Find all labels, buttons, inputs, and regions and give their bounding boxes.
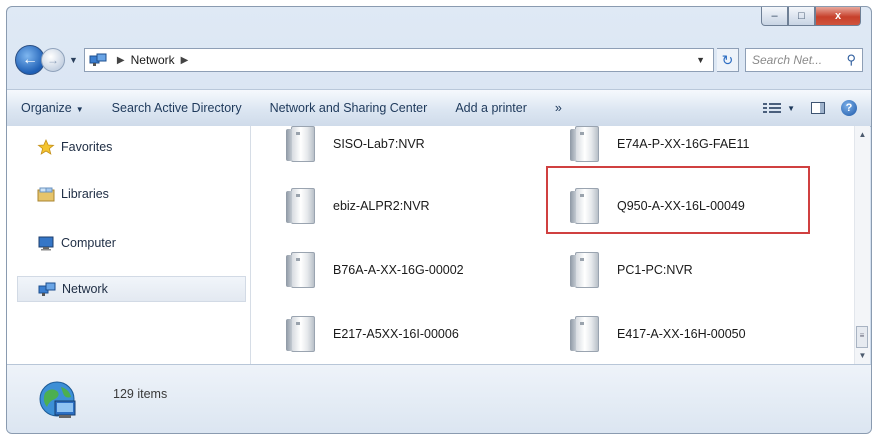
star-icon xyxy=(37,139,55,155)
network-device-icon xyxy=(286,126,315,162)
search-input[interactable]: Search Net... ⚲ xyxy=(745,48,863,72)
chevron-down-icon: ▼ xyxy=(75,105,84,114)
network-globe-icon xyxy=(37,379,81,423)
navigation-pane: Favorites Libraries Computer Network xyxy=(7,126,251,364)
view-dropdown-icon[interactable]: ▼ xyxy=(787,104,795,113)
network-device-icon xyxy=(570,316,599,352)
nav-item-network[interactable]: Network xyxy=(17,276,246,302)
breadcrumb-separator-end[interactable]: ▶ xyxy=(181,55,189,66)
device-name: ebiz-ALPR2:NVR xyxy=(333,199,430,213)
help-icon[interactable]: ? xyxy=(841,100,857,116)
item-count: 129 items xyxy=(113,387,168,401)
nav-item-label: Favorites xyxy=(61,140,113,154)
nav-item-computer[interactable]: Computer xyxy=(17,230,246,256)
device-name: E217-A5XX-16I-00006 xyxy=(333,327,459,341)
device-name: E74A-P-XX-16G-FAE11 xyxy=(617,137,750,151)
network-device-icon xyxy=(286,316,315,352)
computer-icon xyxy=(37,235,55,251)
device-name: PC1-PC:NVR xyxy=(617,263,693,277)
maximize-button[interactable]: □ xyxy=(788,7,815,26)
close-button[interactable]: x xyxy=(815,7,861,26)
list-item[interactable]: E74A-P-XX-16G-FAE11 xyxy=(570,126,750,162)
list-item[interactable]: SISO-Lab7:NVR xyxy=(286,126,425,162)
nav-item-favorites[interactable]: Favorites xyxy=(17,134,246,160)
recent-pages-dropdown[interactable]: ▼ xyxy=(69,55,78,65)
network-sharing-center-button[interactable]: Network and Sharing Center xyxy=(256,101,442,115)
address-bar[interactable]: ▶ Network ▶ ▼ xyxy=(83,48,714,72)
network-device-icon xyxy=(570,126,599,162)
refresh-icon[interactable]: ↻ xyxy=(717,48,739,72)
preview-pane-icon[interactable] xyxy=(811,102,825,114)
network-device-icon xyxy=(570,252,599,288)
highlight-box xyxy=(546,166,810,234)
libraries-icon xyxy=(37,186,55,202)
network-icon xyxy=(89,53,107,67)
network-device-icon xyxy=(286,252,315,288)
search-active-directory-button[interactable]: Search Active Directory xyxy=(98,101,256,115)
details-pane: 129 items xyxy=(7,364,871,433)
device-list: SISO-Lab7:NVR E74A-P-XX-16G-FAE11 ebiz-A… xyxy=(251,126,855,364)
forward-arrow-icon[interactable]: → xyxy=(41,48,65,72)
minimize-button[interactable]: – xyxy=(761,7,788,26)
nav-item-label: Libraries xyxy=(61,187,109,201)
nav-item-libraries[interactable]: Libraries xyxy=(17,181,246,207)
more-commands-button[interactable]: » xyxy=(541,101,576,115)
address-row: ← → ▼ ▶ Network ▶ ▼ ↻ Search Net... ⚲ xyxy=(15,45,863,75)
network-icon xyxy=(38,281,56,297)
device-name: SISO-Lab7:NVR xyxy=(333,137,425,151)
list-item[interactable]: E217-A5XX-16I-00006 xyxy=(286,316,459,352)
nav-item-label: Computer xyxy=(61,236,116,250)
caption-buttons: – □ x xyxy=(761,7,861,29)
add-printer-button[interactable]: Add a printer xyxy=(441,101,541,115)
device-name: E417-A-XX-16H-00050 xyxy=(617,327,746,341)
nav-item-label: Network xyxy=(62,282,108,296)
device-name: B76A-A-XX-16G-00002 xyxy=(333,263,464,277)
scroll-thumb[interactable]: ≡ xyxy=(856,326,868,348)
organize-button[interactable]: Organize ▼ xyxy=(7,101,98,115)
address-dropdown[interactable]: ▼ xyxy=(696,55,705,65)
change-view-icon[interactable] xyxy=(763,102,782,114)
command-bar: Organize ▼ Search Active Directory Networ… xyxy=(7,89,871,127)
breadcrumb-network[interactable]: Network xyxy=(131,53,175,67)
breadcrumb-separator[interactable]: ▶ xyxy=(117,55,125,66)
scroll-down-icon[interactable]: ▼ xyxy=(855,351,870,360)
magnifier-icon[interactable]: ⚲ xyxy=(846,52,856,68)
scroll-up-icon[interactable]: ▲ xyxy=(855,130,870,139)
list-item[interactable]: E417-A-XX-16H-00050 xyxy=(570,316,746,352)
search-placeholder: Search Net... xyxy=(752,53,823,67)
list-item[interactable]: ebiz-ALPR2:NVR xyxy=(286,188,430,224)
list-item[interactable]: B76A-A-XX-16G-00002 xyxy=(286,252,464,288)
list-item[interactable]: PC1-PC:NVR xyxy=(570,252,693,288)
vertical-scrollbar[interactable]: ▲ ≡ ▼ xyxy=(854,126,870,364)
network-device-icon xyxy=(286,188,315,224)
